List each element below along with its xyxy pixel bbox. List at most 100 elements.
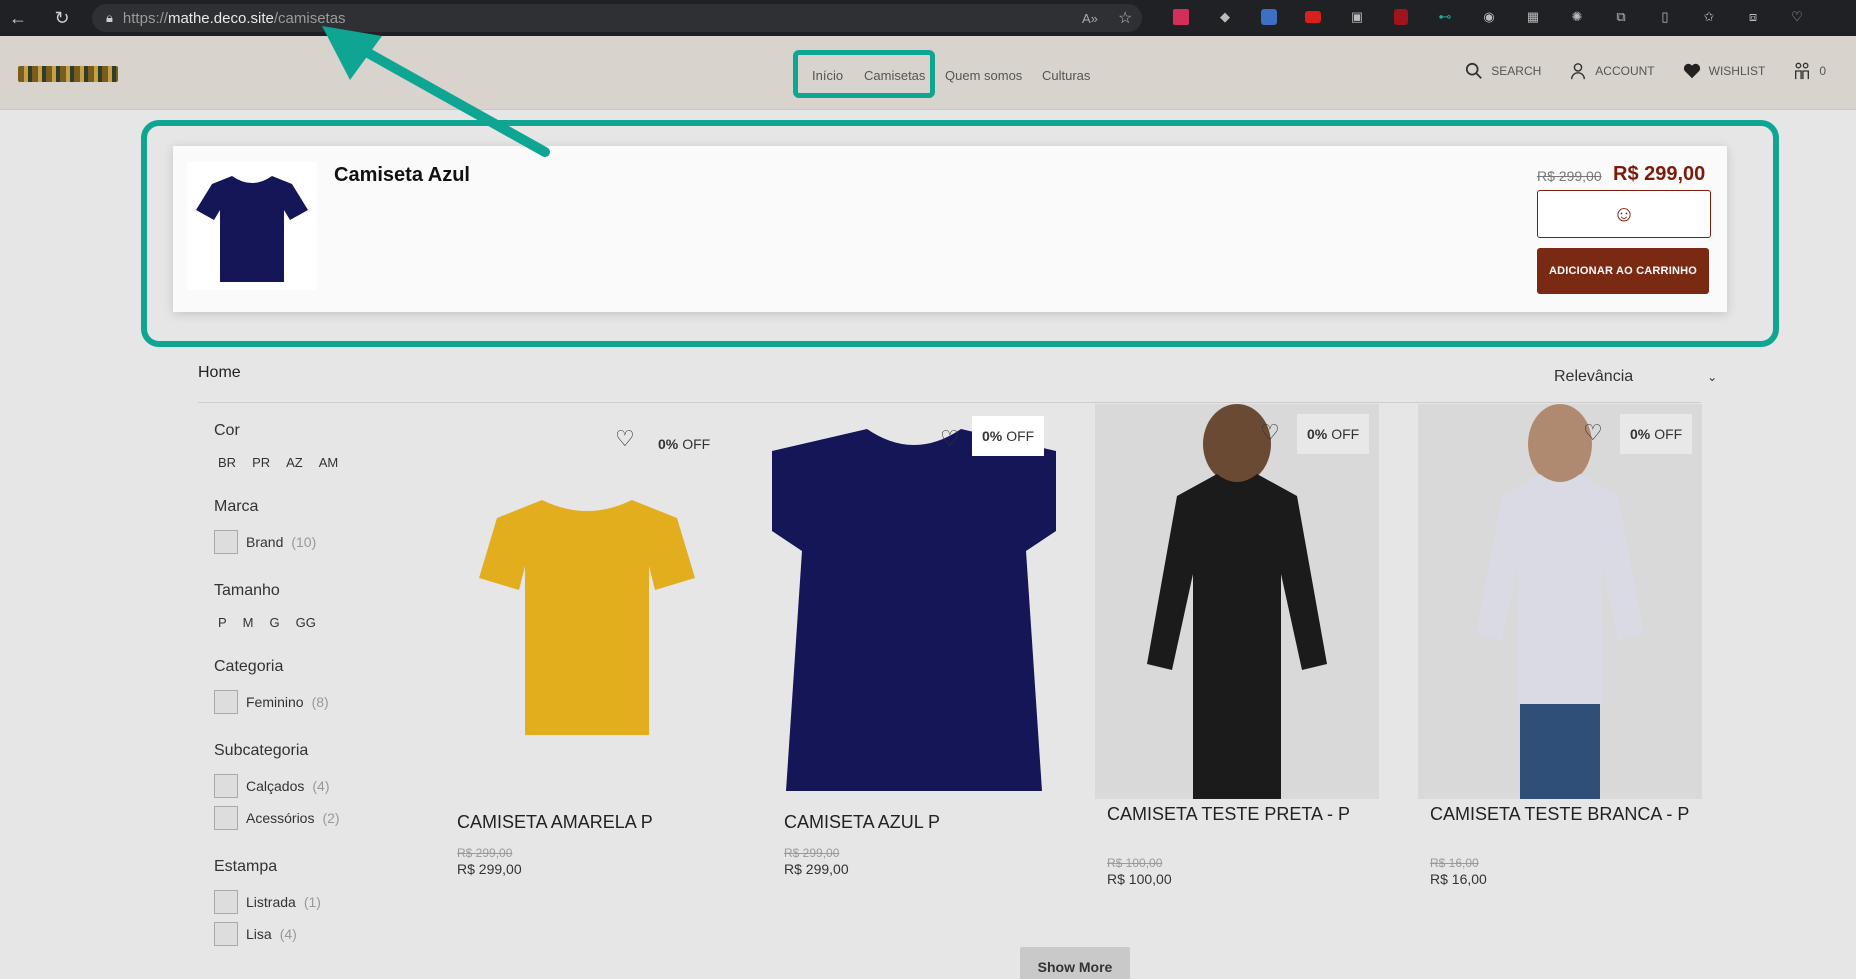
discount-badge: 0% OFF (1620, 414, 1693, 454)
back-icon[interactable]: ← (4, 4, 32, 32)
wishlist-heart-icon[interactable]: ♡ (1583, 420, 1603, 446)
filter-checkbox-brand[interactable]: Brand (10) (214, 530, 414, 554)
filter-title-categoria: Categoria (214, 658, 284, 675)
reload-icon[interactable]: ↻ (48, 4, 76, 32)
color-option[interactable]: AZ (286, 455, 303, 470)
extensions-puzzle-icon[interactable]: ⧉ (1610, 6, 1632, 28)
extension-gear-icon[interactable]: ✺ (1566, 6, 1588, 28)
search-button[interactable]: SEARCH (1465, 62, 1541, 80)
product-image[interactable] (1095, 404, 1379, 799)
filter-title-estampa: Estampa (214, 858, 278, 875)
nav-camisetas[interactable]: Camisetas (864, 68, 925, 83)
white-polo-model-image (1476, 404, 1644, 799)
filter-title-subcategoria: Subcategoria (214, 742, 309, 759)
address-bar[interactable]: 🔒︎ https://mathe.deco.site/camisetas A» … (92, 4, 1142, 32)
product-old-price: R$ 100,00 (1107, 856, 1163, 870)
health-icon[interactable]: ♡ (1786, 6, 1808, 28)
read-aloud-icon[interactable]: A» (1082, 11, 1098, 26)
filter-checkbox-lisa[interactable]: Lisa (4) (214, 922, 414, 946)
color-options: BR PR AZ AM (218, 455, 414, 470)
collections-icon[interactable]: ⧈ (1742, 6, 1764, 28)
color-option[interactable]: AM (319, 455, 339, 470)
checkbox[interactable] (214, 690, 238, 714)
checkbox-count: (2) (322, 810, 340, 826)
checkbox[interactable] (214, 774, 238, 798)
favorite-star-icon[interactable]: ☆ (1118, 8, 1132, 28)
site-header: Início Camisetas Quem somos Culturas SEA… (0, 36, 1856, 110)
extension-youtube-icon[interactable] (1305, 11, 1321, 23)
checkbox-count: (8) (311, 694, 329, 710)
header-tools: SEARCH ACCOUNT WISHLIST 0 (1465, 62, 1826, 80)
color-option[interactable]: BR (218, 455, 236, 470)
checkbox[interactable] (214, 890, 238, 914)
heart-icon (1683, 63, 1700, 79)
checkbox-label: Calçados (246, 778, 305, 794)
product-name[interactable]: CAMISETA TESTE PRETA - P (1107, 804, 1350, 825)
nav-culturas[interactable]: Culturas (1042, 68, 1090, 83)
product-grid: ♡ 0% OFF CAMISETA AMARELA P R$ 299,00 R$ … (445, 404, 1702, 924)
product-card[interactable]: ♡ 0% OFF CAMISETA AZUL P R$ 299,00 R$ 299… (772, 404, 1056, 877)
product-old-price: R$ 16,00 (1430, 856, 1479, 870)
extension-circle-icon[interactable]: ◉ (1478, 6, 1500, 28)
size-option[interactable]: P (218, 615, 227, 630)
product-image[interactable] (1418, 404, 1702, 799)
size-option[interactable]: GG (296, 615, 316, 630)
extension-link-icon[interactable]: ⊷ (1434, 6, 1456, 28)
product-card[interactable]: ♡ 0% OFF CAMISETA TESTE PRETA - P R$ 100,… (1095, 404, 1379, 887)
product-image[interactable] (772, 421, 1056, 791)
product-name[interactable]: CAMISETA AMARELA P (457, 812, 653, 833)
extension-blue-icon[interactable] (1261, 9, 1277, 25)
filter-title-marca: Marca (214, 498, 259, 515)
popup-title: Camiseta Azul (334, 164, 470, 186)
wishlist-heart-icon[interactable]: ♡ (1260, 420, 1280, 446)
yellow-shirt-image (479, 500, 695, 735)
black-polo-model-image (1147, 404, 1327, 799)
checkbox-label: Lisa (246, 926, 272, 942)
popup-product-image (187, 162, 317, 290)
checkbox-count: (1) (303, 894, 321, 910)
extension-ublock-icon[interactable] (1394, 9, 1408, 25)
nav-inicio[interactable]: Início (812, 68, 843, 83)
size-option[interactable]: G (270, 615, 280, 630)
filter-checkbox-acessorios[interactable]: Acessórios (2) (214, 806, 414, 830)
filter-checkbox-calcados[interactable]: Calçados (4) (214, 774, 414, 798)
show-more-button[interactable]: Show More (1020, 947, 1130, 979)
user-icon (1571, 63, 1586, 80)
url-text[interactable]: https://mathe.deco.site/camisetas (123, 10, 346, 27)
color-option[interactable]: PR (252, 455, 270, 470)
extension-square-icon[interactable]: ▣ (1346, 6, 1368, 28)
extension-red-icon[interactable] (1173, 9, 1189, 25)
add-to-cart-button[interactable]: ADICIONAR AO CARRINHO (1537, 248, 1709, 294)
filter-checkbox-feminino[interactable]: Feminino (8) (214, 690, 414, 714)
sort-select[interactable]: Relevância ⌄ (1554, 368, 1717, 386)
wishlist-button[interactable]: WISHLIST (1683, 62, 1765, 80)
product-name[interactable]: CAMISETA AZUL P (784, 812, 940, 833)
wishlist-heart-icon[interactable]: ♡ (940, 426, 960, 452)
checkbox[interactable] (214, 806, 238, 830)
breadcrumb[interactable]: Home (198, 364, 241, 382)
product-card[interactable]: ♡ 0% OFF CAMISETA TESTE BRANCA - P R$ 16,… (1418, 404, 1702, 887)
product-name[interactable]: CAMISETA TESTE BRANCA - P (1430, 804, 1689, 825)
filter-checkbox-listrada[interactable]: Listrada (1) (214, 890, 414, 914)
account-button[interactable]: ACCOUNT (1569, 62, 1655, 80)
variant-select[interactable]: ☺ (1537, 190, 1711, 238)
checkbox-label: Acessórios (246, 810, 315, 826)
filters-sidebar: Cor BR PR AZ AM Marca Brand (10) Tamanho… (214, 422, 414, 946)
favorites-icon[interactable]: ✩ (1698, 6, 1720, 28)
wishlist-heart-icon[interactable]: ♡ (615, 426, 635, 452)
split-screen-icon[interactable]: ▯ (1654, 6, 1676, 28)
blue-shirt-image (772, 429, 1056, 791)
size-option[interactable]: M (243, 615, 254, 630)
checkbox-label: Feminino (246, 694, 304, 710)
chevron-down-icon: ⌄ (1707, 370, 1718, 384)
extension-shield-icon[interactable]: ◆ (1214, 6, 1236, 28)
product-card[interactable]: ♡ 0% OFF CAMISETA AMARELA P R$ 299,00 R$ … (445, 404, 729, 877)
checkbox-count: (4) (279, 926, 297, 942)
checkbox[interactable] (214, 530, 238, 554)
cart-button[interactable]: 0 (1793, 62, 1826, 80)
nav-quem-somos[interactable]: Quem somos (945, 68, 1022, 83)
product-price: R$ 100,00 (1107, 871, 1172, 887)
extension-grid-icon[interactable]: ▦ (1522, 6, 1544, 28)
checkbox[interactable] (214, 922, 238, 946)
popup-price: R$ 299,00 (1613, 163, 1706, 185)
